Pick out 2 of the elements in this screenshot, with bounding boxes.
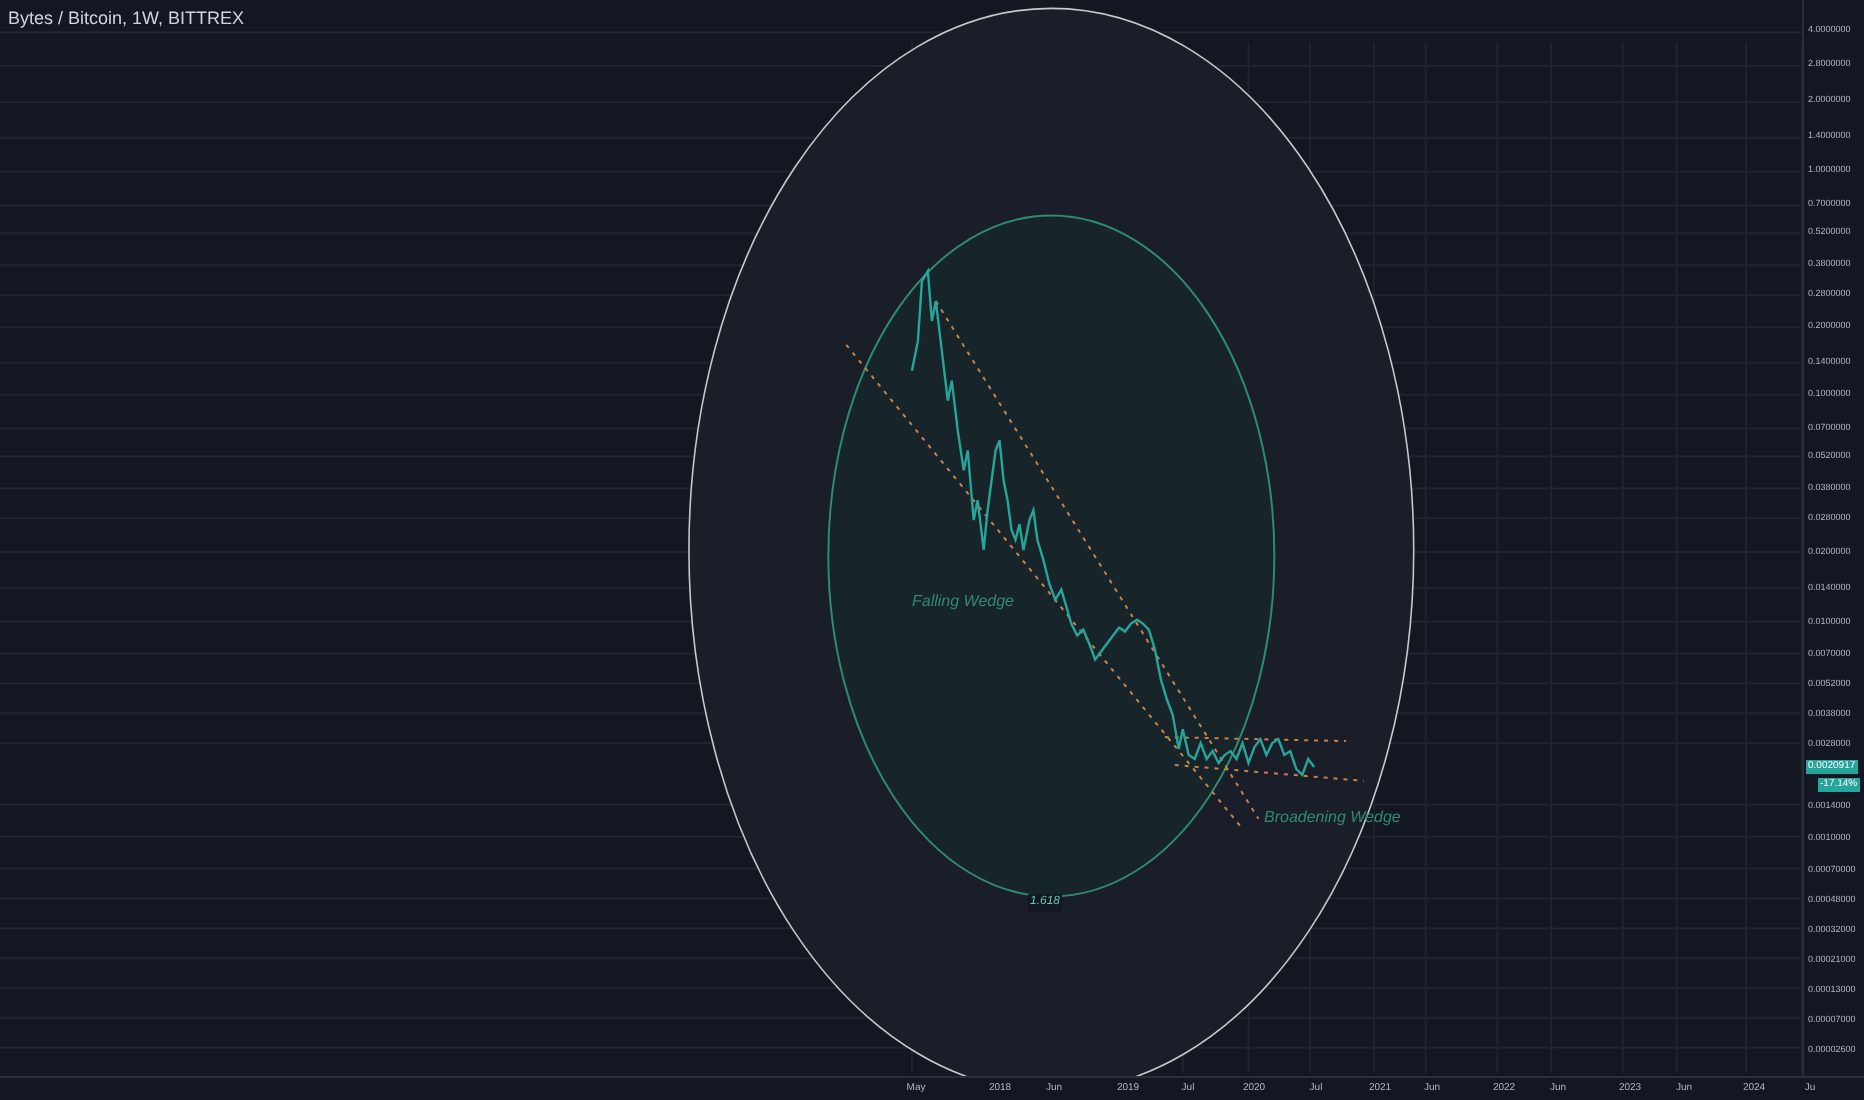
chart-title: Bytes / Bitcoin, 1W, BITTREX — [8, 6, 245, 32]
chart-annotation: Falling Wedge — [912, 590, 1014, 614]
